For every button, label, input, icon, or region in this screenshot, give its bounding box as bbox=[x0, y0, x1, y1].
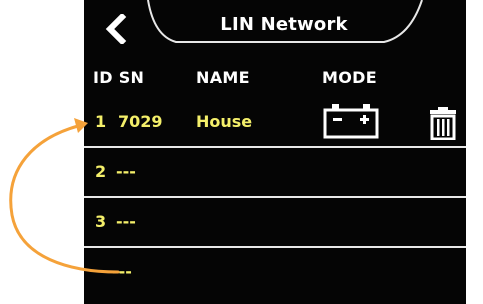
column-header-id-sn: ID SN bbox=[93, 68, 145, 87]
row-id: 3 bbox=[95, 212, 107, 231]
row-sn: --- bbox=[116, 212, 136, 231]
row-id: 2 bbox=[95, 162, 107, 181]
row-sn: 7029 bbox=[118, 112, 163, 131]
chevron-left-icon[interactable] bbox=[102, 14, 130, 44]
row-sn: --- bbox=[116, 162, 136, 181]
list-item[interactable]: 3 --- bbox=[84, 198, 466, 246]
list-item[interactable]: 2 --- bbox=[84, 148, 466, 196]
list-item[interactable]: 1 7029 House bbox=[84, 98, 466, 146]
page-title: LIN Network bbox=[220, 14, 348, 35]
stage: LIN Network ID SN NAME MODE 1 7029 House bbox=[0, 0, 483, 304]
list-item[interactable]: --- bbox=[84, 248, 466, 296]
column-header-mode: MODE bbox=[322, 68, 377, 87]
header-bar: LIN Network bbox=[84, 0, 466, 56]
device-screen: LIN Network ID SN NAME MODE 1 7029 House bbox=[84, 0, 466, 304]
row-sn: --- bbox=[112, 262, 132, 281]
battery-icon[interactable] bbox=[322, 103, 380, 139]
trash-icon[interactable] bbox=[428, 106, 458, 140]
row-id: 1 bbox=[95, 112, 107, 131]
row-name: House bbox=[196, 112, 253, 131]
column-header-name: NAME bbox=[196, 68, 250, 87]
